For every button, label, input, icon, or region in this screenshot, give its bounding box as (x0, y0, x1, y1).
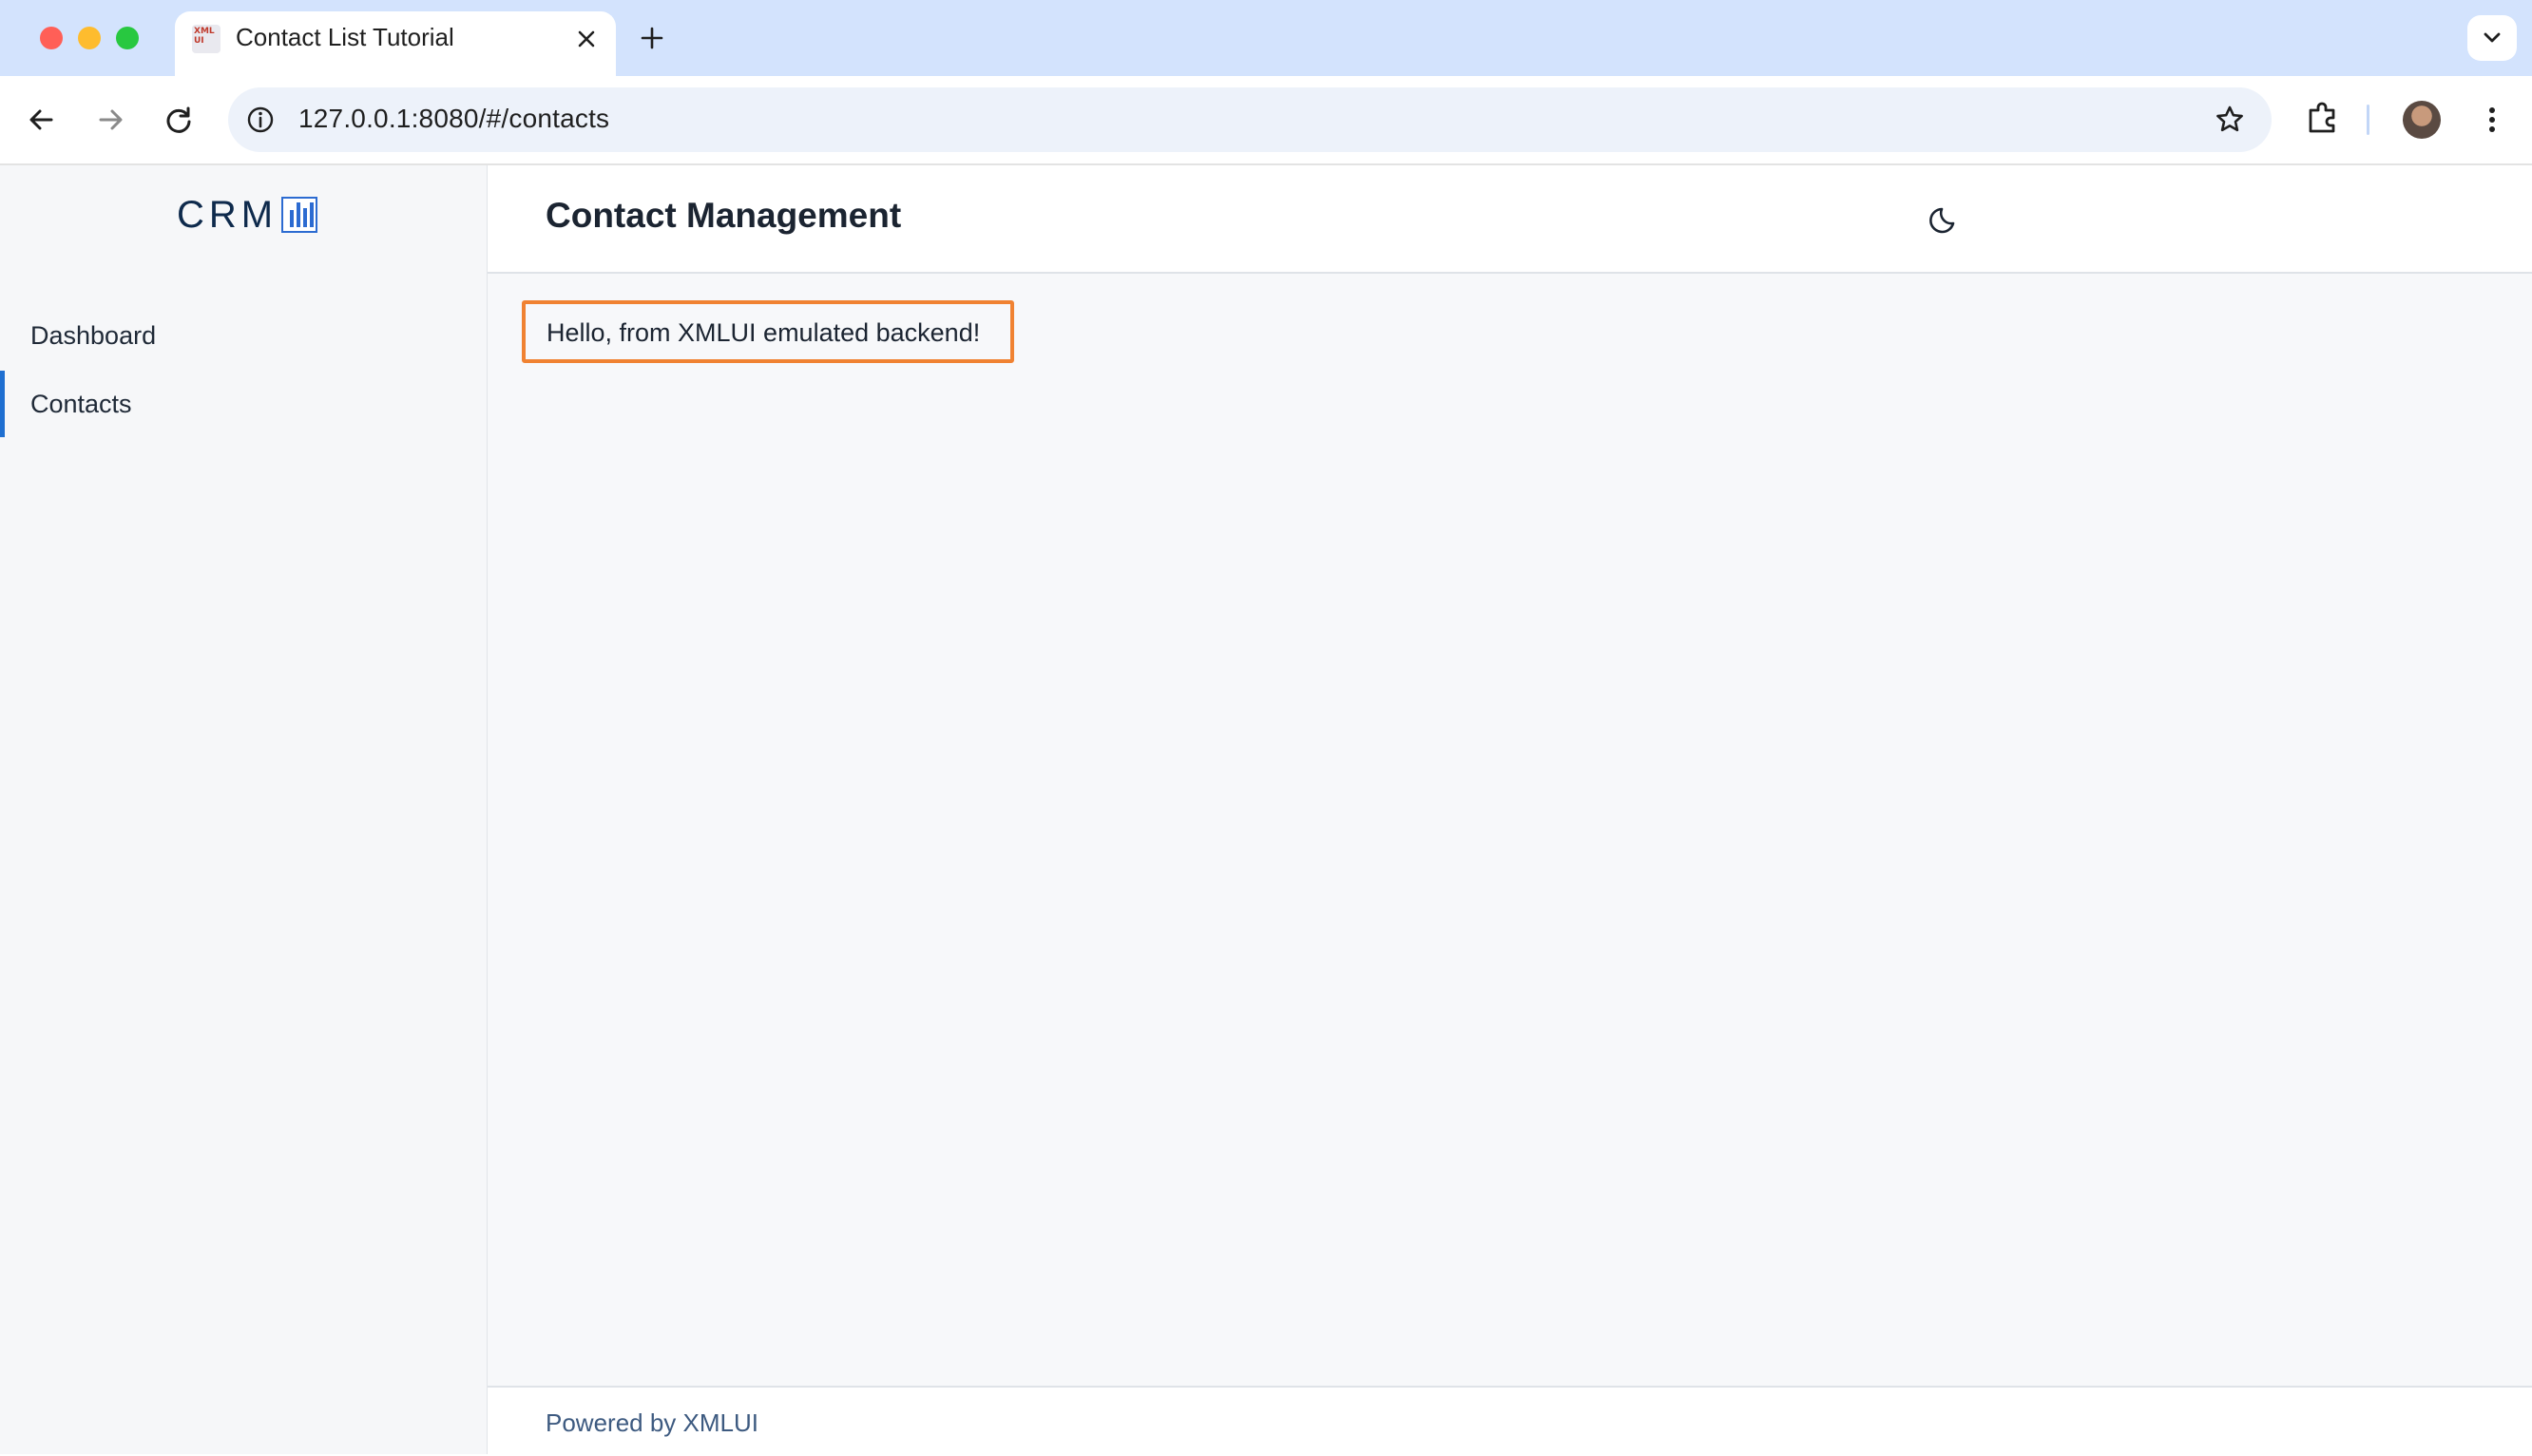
tab-title: Contact List Tutorial (236, 23, 454, 51)
new-tab-plus-icon[interactable] (635, 21, 669, 55)
tab-favicon-icon: XML UI (192, 25, 221, 53)
window-close-button[interactable] (40, 27, 63, 49)
footer-text: Powered by XMLUI (546, 1408, 758, 1437)
page-title: Contact Management (546, 196, 902, 235)
toolbar-divider (2367, 105, 2369, 135)
backend-message-box: Hello, from XMLUI emulated backend! (522, 300, 1014, 363)
window-zoom-button[interactable] (116, 27, 139, 49)
logo-bars-icon (281, 197, 318, 233)
tab-close-icon[interactable] (572, 25, 601, 53)
bookmark-star-icon[interactable] (2213, 103, 2247, 137)
back-arrow-icon[interactable] (21, 99, 63, 141)
profile-avatar[interactable] (2403, 101, 2441, 139)
url-text[interactable]: 127.0.0.1:8080/#/contacts (298, 104, 609, 134)
reload-icon[interactable] (158, 99, 200, 141)
logo-text: CRM (177, 193, 278, 236)
sidebar-item-dashboard[interactable]: Dashboard (0, 302, 487, 369)
crm-logo[interactable]: CRM (177, 193, 318, 236)
sidebar: CRM Dashboard Contacts (0, 165, 488, 1454)
backend-message-text: Hello, from XMLUI emulated backend! (547, 318, 981, 347)
main-content: Contact Management Hello, from XMLUI emu… (488, 165, 2532, 1456)
extensions-puzzle-icon[interactable] (2302, 97, 2344, 139)
sidebar-item-contacts[interactable]: Contacts (0, 371, 487, 437)
app-footer: Powered by XMLUI (488, 1386, 2532, 1456)
browser-toolbar: 127.0.0.1:8080/#/contacts (0, 76, 2532, 165)
forward-arrow-icon[interactable] (89, 99, 131, 141)
address-bar[interactable]: 127.0.0.1:8080/#/contacts (228, 87, 2272, 152)
sidebar-item-label: Contacts (30, 390, 132, 418)
browser-tab-strip: XML UI Contact List Tutorial (0, 0, 2532, 76)
kebab-menu-icon[interactable] (2475, 99, 2509, 141)
dark-mode-moon-icon[interactable] (1928, 200, 1966, 238)
sidebar-item-label: Dashboard (30, 321, 157, 350)
window-minimize-button[interactable] (78, 27, 101, 49)
tab-search-chevron-down-icon[interactable] (2467, 15, 2517, 61)
site-info-icon[interactable] (245, 105, 276, 135)
app-header: Contact Management (488, 165, 2532, 274)
browser-tab[interactable]: XML UI Contact List Tutorial (175, 11, 616, 76)
